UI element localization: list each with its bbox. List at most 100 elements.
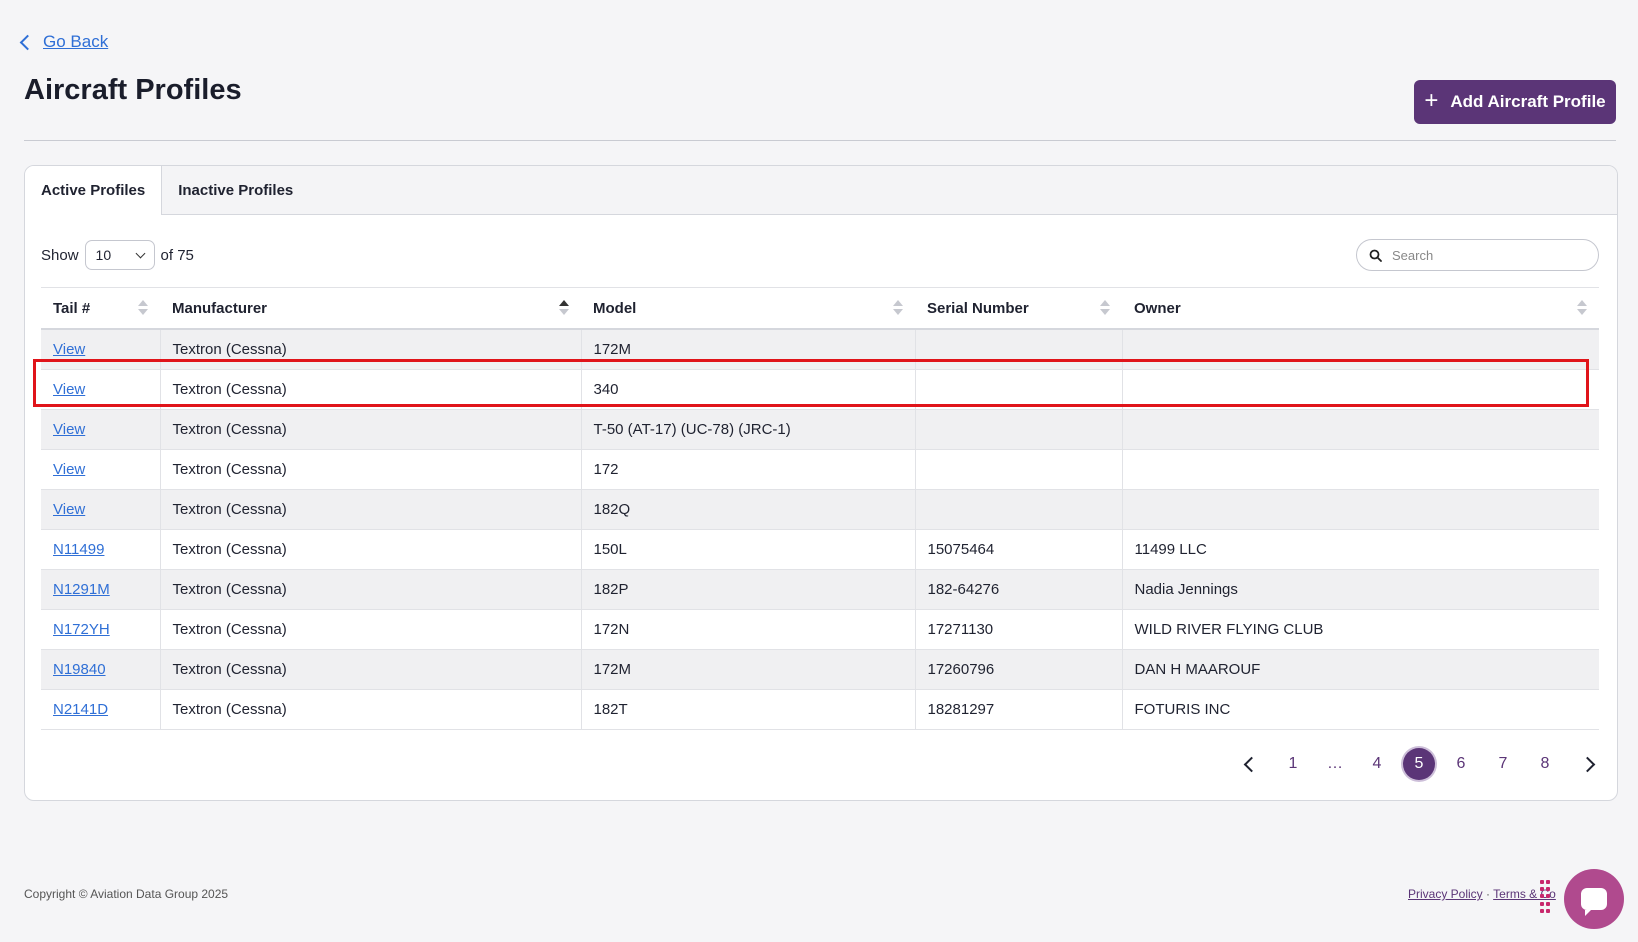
chevron-right-icon xyxy=(1579,756,1595,772)
model-cell: 172N xyxy=(580,609,915,650)
table-row: N19840 Textron (Cessna) 172M 17260796 DA… xyxy=(41,649,1599,690)
tail-cell: View xyxy=(41,329,160,370)
serial-cell xyxy=(914,489,1122,530)
manufacturer-cell: Textron (Cessna) xyxy=(159,329,581,370)
serial-cell: 182-64276 xyxy=(914,569,1122,610)
owner-cell xyxy=(1121,489,1599,530)
page-size-select[interactable]: 10 xyxy=(84,240,155,270)
tab-inactive-profiles[interactable]: Inactive Profiles xyxy=(162,166,309,214)
sort-ascending-icon xyxy=(559,300,569,316)
tail-link[interactable]: N172YH xyxy=(53,621,110,638)
header-divider xyxy=(24,140,1616,141)
column-label: Owner xyxy=(1134,299,1181,317)
privacy-policy-link[interactable]: Privacy Policy xyxy=(1408,887,1483,901)
serial-cell: 15075464 xyxy=(914,529,1122,570)
drag-handle-icon[interactable] xyxy=(1540,880,1550,914)
serial-cell: 17271130 xyxy=(914,609,1122,650)
chevron-left-icon xyxy=(1243,756,1259,772)
table-header-row: Tail # Manufacturer Model Serial Number … xyxy=(41,287,1599,330)
table-row: View Textron (Cessna) T-50 (AT-17) (UC-7… xyxy=(41,409,1599,450)
manufacturer-cell: Textron (Cessna) xyxy=(159,689,581,730)
tail-link[interactable]: N1291M xyxy=(53,581,110,598)
pagination: 1 … 4 5 6 7 8 xyxy=(1230,747,1608,781)
tail-cell: N19840 xyxy=(41,649,160,690)
owner-cell xyxy=(1121,329,1599,370)
manufacturer-cell: Textron (Cessna) xyxy=(159,449,581,490)
tail-link[interactable]: View xyxy=(53,381,85,398)
tail-link[interactable]: View xyxy=(53,501,85,518)
sort-icon xyxy=(893,300,903,316)
profile-tabs: Active Profiles Inactive Profiles xyxy=(25,166,1617,215)
tail-link[interactable]: View xyxy=(53,461,85,478)
column-header-serial-number[interactable]: Serial Number xyxy=(915,287,1122,330)
page-1-button[interactable]: 1 xyxy=(1272,747,1314,781)
owner-cell: 11499 LLC xyxy=(1121,529,1599,570)
manufacturer-cell: Textron (Cessna) xyxy=(159,569,581,610)
current-page-number: 5 xyxy=(1403,748,1435,780)
owner-cell: DAN H MAAROUF xyxy=(1121,649,1599,690)
owner-cell: Nadia Jennings xyxy=(1121,569,1599,610)
plus-icon: + xyxy=(1424,87,1439,114)
serial-cell xyxy=(914,369,1122,410)
table-row: View Textron (Cessna) 182Q xyxy=(41,489,1599,530)
pagination-ellipsis: … xyxy=(1327,755,1343,772)
copyright-text: Copyright © Aviation Data Group 2025 xyxy=(24,887,229,901)
manufacturer-cell: Textron (Cessna) xyxy=(159,609,581,650)
add-aircraft-profile-button[interactable]: + Add Aircraft Profile xyxy=(1414,80,1616,124)
aircraft-table: Tail # Manufacturer Model Serial Number … xyxy=(41,287,1599,730)
tail-link[interactable]: View xyxy=(53,341,85,358)
page-size-value: 10 xyxy=(95,247,112,263)
search-box xyxy=(1356,239,1599,271)
table-row: View Textron (Cessna) 172 xyxy=(41,449,1599,490)
table-row: View Textron (Cessna) 340 xyxy=(41,369,1599,410)
search-input[interactable] xyxy=(1390,246,1584,264)
previous-page-button[interactable] xyxy=(1230,747,1272,781)
tail-link[interactable]: N19840 xyxy=(53,661,106,678)
manufacturer-cell: Textron (Cessna) xyxy=(159,489,581,530)
tail-cell: N2141D xyxy=(41,689,160,730)
serial-cell xyxy=(914,329,1122,370)
page-6-button[interactable]: 6 xyxy=(1440,747,1482,781)
show-label: Show xyxy=(41,246,79,264)
page-4-button[interactable]: 4 xyxy=(1356,747,1398,781)
page-7-button[interactable]: 7 xyxy=(1482,747,1524,781)
column-label: Manufacturer xyxy=(172,299,268,317)
manufacturer-cell: Textron (Cessna) xyxy=(159,649,581,690)
model-cell: 172M xyxy=(580,329,915,370)
table-row: N2141D Textron (Cessna) 182T 18281297 FO… xyxy=(41,689,1599,730)
manufacturer-cell: Textron (Cessna) xyxy=(159,529,581,570)
next-page-button[interactable] xyxy=(1566,747,1608,781)
sort-icon xyxy=(138,300,148,316)
footer-links: Privacy Policy · Terms & Co xyxy=(1408,887,1556,901)
owner-cell: WILD RIVER FLYING CLUB xyxy=(1121,609,1599,650)
manufacturer-cell: Textron (Cessna) xyxy=(159,409,581,450)
tail-link[interactable]: View xyxy=(53,421,85,438)
table-row: N1291M Textron (Cessna) 182P 182-64276 N… xyxy=(41,569,1599,610)
column-header-model[interactable]: Model xyxy=(581,287,915,330)
page-5-button[interactable]: 5 xyxy=(1398,747,1440,781)
model-cell: 172M xyxy=(580,649,915,690)
tail-link[interactable]: N11499 xyxy=(53,541,104,558)
chevron-left-icon xyxy=(19,34,36,51)
column-header-tail[interactable]: Tail # xyxy=(41,287,160,330)
tail-cell: N172YH xyxy=(41,609,160,650)
owner-cell xyxy=(1121,409,1599,450)
model-cell: 172 xyxy=(580,449,915,490)
table-row: N11499 Textron (Cessna) 150L 15075464 11… xyxy=(41,529,1599,570)
chat-button[interactable] xyxy=(1564,869,1624,929)
column-header-owner[interactable]: Owner xyxy=(1122,287,1599,330)
tail-cell: N11499 xyxy=(41,529,160,570)
tail-cell: View xyxy=(41,369,160,410)
page-8-button[interactable]: 8 xyxy=(1524,747,1566,781)
table-controls: Show 10 of 75 xyxy=(41,240,194,270)
serial-cell xyxy=(914,409,1122,450)
tail-link[interactable]: N2141D xyxy=(53,701,108,718)
serial-cell xyxy=(914,449,1122,490)
tab-active-profiles[interactable]: Active Profiles xyxy=(25,166,163,215)
tail-cell: View xyxy=(41,489,160,530)
model-cell: 340 xyxy=(580,369,915,410)
go-back-label[interactable]: Go Back xyxy=(43,32,108,52)
column-header-manufacturer[interactable]: Manufacturer xyxy=(160,287,581,330)
go-back-link[interactable]: Go Back xyxy=(19,32,108,52)
add-aircraft-profile-label: Add Aircraft Profile xyxy=(1450,92,1606,111)
